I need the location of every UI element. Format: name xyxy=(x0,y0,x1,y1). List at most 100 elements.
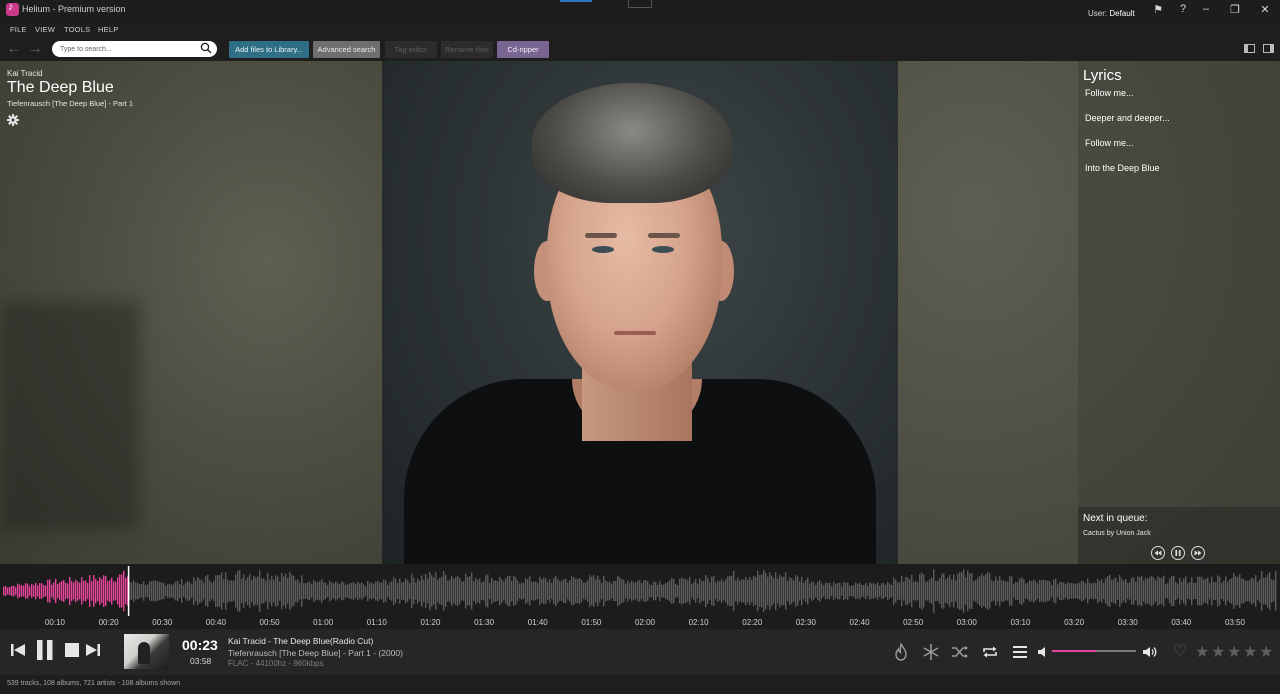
waveform-bar xyxy=(627,580,629,602)
close-icon[interactable]: ✕ xyxy=(1258,3,1272,16)
volume-up-icon[interactable] xyxy=(1142,643,1158,661)
waveform-bar xyxy=(525,578,527,604)
waveform-bar xyxy=(797,576,799,606)
tag-editor-button[interactable]: Tag editor xyxy=(385,41,437,58)
track-artist[interactable]: Kai Tracid xyxy=(7,69,43,78)
waveform-bar xyxy=(343,582,345,600)
waveform-bar xyxy=(483,581,485,601)
queue-item[interactable]: Cactus by Union Jack xyxy=(1083,530,1151,537)
previous-track-icon[interactable] xyxy=(9,641,27,659)
repeat-icon[interactable] xyxy=(981,643,999,661)
waveform-bar xyxy=(349,583,351,599)
waveform-bar xyxy=(831,586,833,596)
waveform-bar xyxy=(1055,578,1057,604)
track-album[interactable]: Tiefenrausch [The Deep Blue] - Part 1 xyxy=(7,99,133,108)
queue-pause-icon[interactable] xyxy=(1171,546,1185,560)
cover-figure-eye-right xyxy=(652,246,674,253)
waveform-bar xyxy=(711,576,713,606)
search-icon[interactable] xyxy=(200,42,212,54)
waveform-bar xyxy=(41,583,43,599)
waveform-bar xyxy=(707,577,709,605)
stop-icon[interactable] xyxy=(63,641,81,659)
user-prefix: User: xyxy=(1088,9,1110,18)
waveform-bar xyxy=(397,582,399,600)
waveform-tick-label: 02:30 xyxy=(795,618,816,627)
next-track-icon[interactable] xyxy=(84,641,102,659)
waveform-bar xyxy=(187,580,189,602)
waveform-bar xyxy=(1205,578,1207,604)
menu-file[interactable]: FILE xyxy=(10,25,27,34)
waveform-bar xyxy=(395,579,397,603)
help-icon[interactable]: ? xyxy=(1176,3,1190,15)
volume-slider[interactable] xyxy=(1052,650,1136,652)
favorite-heart-icon[interactable]: ♡ xyxy=(1173,641,1187,661)
waveform-bar xyxy=(645,580,647,602)
forward-arrow-icon[interactable]: → xyxy=(27,40,43,58)
waveform-bar xyxy=(155,580,157,602)
lyric-line: Follow me... xyxy=(1085,88,1134,98)
waveform-bar xyxy=(1219,576,1221,606)
waveform-bar xyxy=(713,576,715,606)
waveform-bar xyxy=(687,580,689,602)
rating-star-icon[interactable]: ★ xyxy=(1227,642,1241,662)
pause-icon[interactable] xyxy=(35,639,55,661)
advanced-search-button[interactable]: Advanced search xyxy=(313,41,380,58)
waveform-bar xyxy=(23,585,25,597)
shuffle-icon[interactable] xyxy=(951,643,969,661)
search-box[interactable] xyxy=(52,41,217,57)
waveform-bar xyxy=(723,581,725,601)
add-files-button[interactable]: Add files to Library... xyxy=(229,41,309,58)
rating-star-icon[interactable]: ★ xyxy=(1243,642,1257,662)
waveform-playhead[interactable] xyxy=(127,566,130,616)
waveform-bar xyxy=(681,577,683,605)
right-panel-toggle-icon[interactable] xyxy=(1263,44,1274,53)
waveform-bar xyxy=(169,583,171,599)
waveform-bar xyxy=(749,576,751,606)
album-cover-art xyxy=(382,61,898,564)
waveform-bar xyxy=(393,576,395,606)
menu-tools[interactable]: TOOLS xyxy=(64,25,90,34)
back-arrow-icon[interactable]: ← xyxy=(6,40,22,58)
flame-icon[interactable] xyxy=(892,643,910,661)
volume-down-icon[interactable] xyxy=(1037,643,1047,661)
restore-icon[interactable]: ❐ xyxy=(1228,3,1242,16)
waveform-bar xyxy=(903,581,905,601)
waveform-bar xyxy=(253,575,255,607)
snowflake-icon[interactable] xyxy=(922,643,940,661)
waveform-seekbar[interactable]: 00:10 00:20 00:30 00:40 00:50 01:00 01:10 01:20… xyxy=(0,564,1280,629)
waveform-tick-label: 03:40 xyxy=(1171,618,1192,627)
waveform-bar xyxy=(883,583,885,599)
waveform-bar xyxy=(211,582,213,600)
waveform-bar xyxy=(1273,580,1275,602)
now-playing-thumbnail[interactable] xyxy=(124,634,169,669)
waveform-bar xyxy=(1231,578,1233,604)
rating-star-icon[interactable]: ★ xyxy=(1259,642,1273,662)
queue-next-icon[interactable] xyxy=(1191,546,1205,560)
rating-star-icon[interactable]: ★ xyxy=(1211,642,1225,662)
user-label[interactable]: User: Default xyxy=(1088,9,1135,18)
current-time: 00:23 xyxy=(182,637,218,653)
waveform-bar xyxy=(1267,574,1269,608)
waveform-graph[interactable] xyxy=(3,566,1277,616)
left-panel-toggle-icon[interactable] xyxy=(1244,44,1255,53)
queue-previous-icon[interactable] xyxy=(1151,546,1165,560)
waveform-bar xyxy=(985,573,987,608)
gear-icon[interactable] xyxy=(7,114,19,126)
cd-ripper-button[interactable]: Cd-ripper xyxy=(497,41,549,58)
minimize-icon[interactable]: – xyxy=(1199,3,1213,15)
waveform-bar xyxy=(975,580,977,602)
menu-view[interactable]: VIEW xyxy=(35,25,55,34)
now-playing-title[interactable]: Kai Tracid - The Deep Blue(Radio Cut) xyxy=(228,636,373,646)
menu-help[interactable]: HELP xyxy=(98,25,118,34)
top-drag-handle[interactable] xyxy=(628,0,652,8)
waveform-bar xyxy=(1175,581,1177,601)
search-input[interactable] xyxy=(60,43,190,55)
flag-icon[interactable]: ⚑ xyxy=(1151,3,1165,16)
top-tab-indicator[interactable] xyxy=(560,0,592,2)
waveform-bar xyxy=(27,583,29,599)
rating-star-icon[interactable]: ★ xyxy=(1195,642,1209,662)
now-playing-album[interactable]: Tiefenrausch [The Deep Blue] - Part 1 - … xyxy=(228,648,403,658)
playlist-menu-icon[interactable] xyxy=(1011,643,1029,661)
waveform-bar xyxy=(333,583,335,599)
rename-files-button[interactable]: Rename files xyxy=(441,41,493,58)
